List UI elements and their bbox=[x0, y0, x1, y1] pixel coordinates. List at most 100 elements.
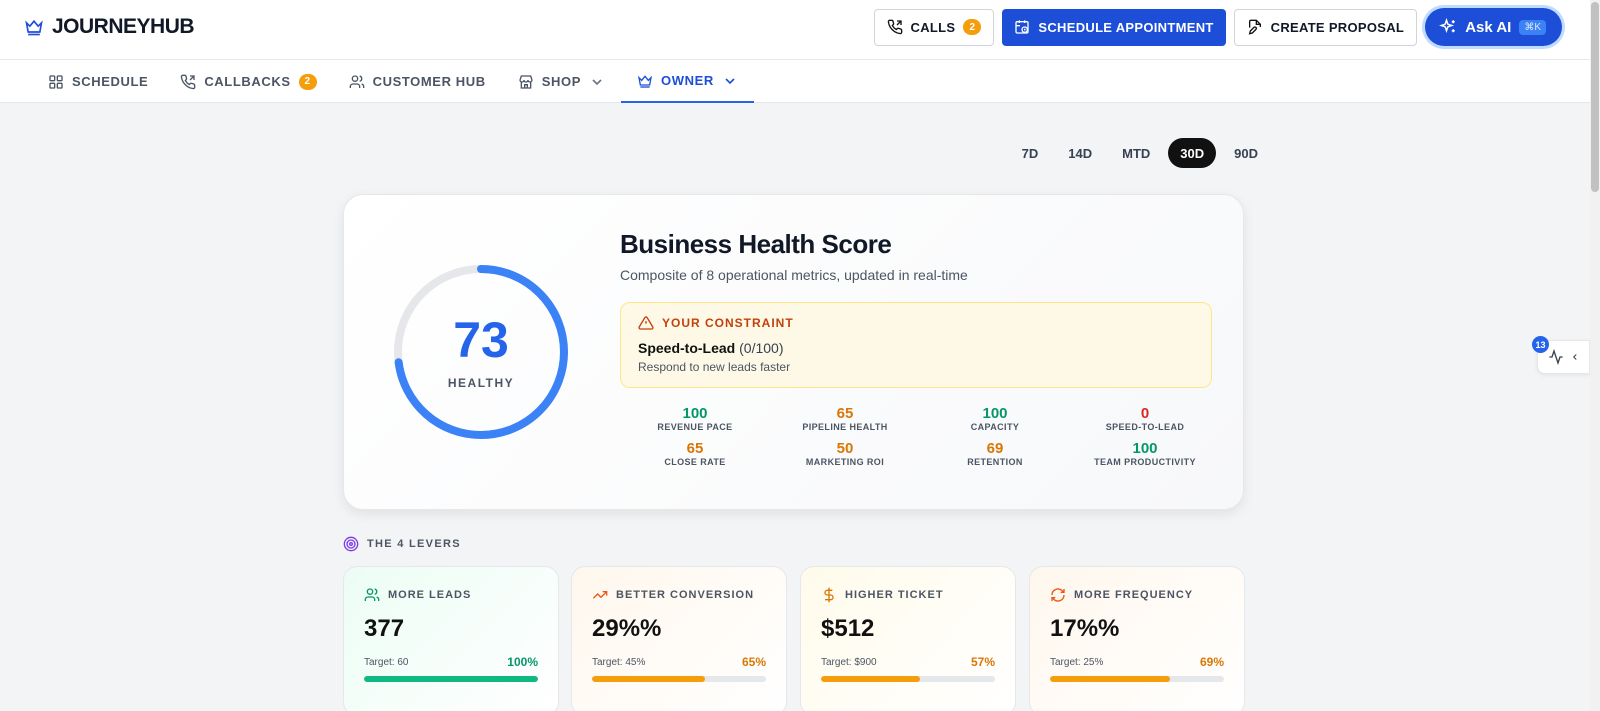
metric-speed-to-lead: 0 SPEED-TO-LEAD bbox=[1070, 405, 1220, 432]
nav-item-owner[interactable]: OWNER bbox=[621, 60, 754, 103]
lever-percent: 57% bbox=[970, 655, 995, 669]
constraint-description: Respond to new leads faster bbox=[638, 360, 791, 374]
calendar-clock-icon bbox=[1015, 20, 1030, 34]
sparkles-icon bbox=[1439, 18, 1455, 34]
chevron-down-icon bbox=[725, 77, 735, 84]
health-subtitle: Composite of 8 operational metrics, upda… bbox=[620, 267, 968, 283]
metric-label: CLOSE RATE bbox=[664, 457, 726, 467]
scrollbar-thumb[interactable] bbox=[1591, 2, 1599, 192]
metric-pipeline-health: 65 PIPELINE HEALTH bbox=[770, 405, 920, 432]
lever-target: Target: 60 bbox=[364, 656, 409, 668]
lever-value: 29%% bbox=[592, 615, 662, 642]
date-range-selector: 7D 14D MTD 30D 90D bbox=[1010, 138, 1270, 168]
phone-callback-icon bbox=[181, 74, 196, 89]
metric-value: 100 bbox=[982, 405, 1008, 422]
logo[interactable]: JOURNEYHUB bbox=[24, 15, 195, 39]
health-metrics-grid: 100 REVENUE PACE 65 PIPELINE HEALTH 100 CAP… bbox=[620, 405, 1220, 467]
ask-ai-label: Ask AI bbox=[1465, 18, 1512, 36]
range-90d[interactable]: 90D bbox=[1222, 138, 1270, 168]
levers-title: THE 4 LEVERS bbox=[367, 538, 461, 550]
calls-button[interactable]: CALLS 2 bbox=[873, 8, 995, 46]
lever-title: HIGHER TICKET bbox=[845, 589, 944, 601]
ask-ai-shortcut: ⌘K bbox=[1519, 19, 1546, 35]
schedule-appointment-button[interactable]: SCHEDULE APPOINTMENT bbox=[1002, 8, 1226, 46]
metric-marketing-roi: 50 MARKETING ROI bbox=[770, 440, 920, 467]
lever-progress-fill bbox=[592, 676, 706, 682]
metric-value: 100 bbox=[1132, 440, 1158, 457]
lever-card-more-leads[interactable]: MORE LEADS 377 Target: 60 100% bbox=[343, 566, 559, 711]
metric-close-rate: 65 CLOSE RATE bbox=[620, 440, 770, 467]
ask-ai-button[interactable]: Ask AI ⌘K bbox=[1425, 8, 1562, 46]
lever-target: Target: 45% bbox=[592, 656, 646, 668]
metric-label: TEAM PRODUCTIVITY bbox=[1094, 457, 1196, 467]
metric-value: 65 bbox=[686, 440, 704, 457]
metric-value: 100 bbox=[682, 405, 708, 422]
lever-value: 377 bbox=[364, 615, 405, 642]
range-7d[interactable]: 7D bbox=[1010, 138, 1051, 168]
page-scrollbar[interactable] bbox=[1590, 0, 1600, 711]
range-30d[interactable]: 30D bbox=[1168, 138, 1217, 168]
nav-item-schedule[interactable]: SCHEDULE bbox=[32, 60, 164, 103]
lever-percent: 100% bbox=[507, 655, 538, 669]
top-bar: JOURNEYHUB CALLS 2 SCHEDULE APPOINTMENT … bbox=[0, 0, 1590, 60]
lever-progress-fill bbox=[821, 676, 921, 682]
crown-icon bbox=[25, 19, 43, 36]
warning-icon bbox=[638, 316, 654, 330]
lever-progress-fill bbox=[1050, 676, 1171, 682]
metric-capacity: 100 CAPACITY bbox=[920, 405, 1070, 432]
metric-label: SPEED-TO-LEAD bbox=[1105, 422, 1185, 432]
lever-progress-fill bbox=[364, 676, 538, 682]
health-score: 73 bbox=[453, 312, 509, 368]
lever-percent: 69% bbox=[1199, 655, 1224, 669]
nav-item-customer-hub[interactable]: CUSTOMER HUB bbox=[333, 60, 502, 103]
lever-progress-bar bbox=[364, 676, 538, 682]
metric-value: 50 bbox=[836, 440, 854, 457]
metric-label: CAPACITY bbox=[970, 422, 1020, 432]
users-icon bbox=[349, 74, 364, 88]
lever-progress-bar bbox=[1050, 676, 1224, 682]
lever-progress-bar bbox=[592, 676, 766, 682]
range-mtd[interactable]: MTD bbox=[1110, 138, 1162, 168]
lever-value: $512 bbox=[821, 615, 875, 642]
constraint-heading: YOUR CONSTRAINT bbox=[662, 316, 794, 330]
nav-item-shop[interactable]: SHOP bbox=[502, 60, 621, 103]
lever-title: MORE LEADS bbox=[388, 589, 472, 601]
target-icon bbox=[343, 536, 359, 552]
chevron-down-icon bbox=[592, 78, 602, 85]
phone-icon bbox=[887, 19, 902, 35]
nav-owner-label: OWNER bbox=[661, 73, 714, 88]
metric-value: 69 bbox=[986, 440, 1004, 457]
activity-icon bbox=[1548, 349, 1563, 365]
constraint-score: (0/100) bbox=[739, 340, 784, 356]
lever-target: Target: 25% bbox=[1050, 656, 1104, 668]
calls-badge: 2 bbox=[963, 19, 982, 35]
store-icon bbox=[519, 74, 533, 89]
create-proposal-button[interactable]: CREATE PROPOSAL bbox=[1233, 8, 1418, 46]
metric-value: 65 bbox=[836, 405, 854, 422]
lever-percent: 65% bbox=[741, 655, 766, 669]
lever-card-higher-ticket[interactable]: HIGHER TICKET $512 Target: $900 57% bbox=[800, 566, 1016, 711]
lever-card-more-frequency[interactable]: MORE FREQUENCY 17%% Target: 25% 69% bbox=[1029, 566, 1245, 711]
nav-item-callbacks[interactable]: CALLBACKS 2 bbox=[164, 60, 332, 103]
metric-value: 0 bbox=[1140, 405, 1150, 422]
health-title: Business Health Score bbox=[620, 229, 892, 259]
crown-icon bbox=[637, 74, 653, 88]
schedule-appointment-label: SCHEDULE APPOINTMENT bbox=[1038, 19, 1214, 35]
metric-label: REVENUE PACE bbox=[657, 422, 733, 432]
activity-badge: 13 bbox=[1532, 336, 1549, 353]
lever-title: MORE FREQUENCY bbox=[1074, 589, 1194, 601]
range-14d[interactable]: 14D bbox=[1056, 138, 1104, 168]
metric-label: RETENTION bbox=[967, 457, 1023, 467]
metric-label: MARKETING ROI bbox=[805, 457, 885, 467]
business-health-card: 73 HEALTHY Business Health Score Composi… bbox=[343, 194, 1244, 510]
dollar-icon bbox=[824, 587, 834, 603]
health-gauge: 73 HEALTHY bbox=[390, 261, 572, 443]
refresh-icon bbox=[1051, 588, 1065, 602]
nav-schedule-label: SCHEDULE bbox=[72, 74, 149, 89]
app-name: JOURNEYHUB bbox=[52, 15, 195, 38]
health-status: HEALTHY bbox=[447, 376, 515, 390]
lever-card-better-conversion[interactable]: BETTER CONVERSION 29%% Target: 45% 65% bbox=[571, 566, 787, 711]
callbacks-badge: 2 bbox=[298, 73, 317, 90]
metric-team-productivity: 100 TEAM PRODUCTIVITY bbox=[1070, 440, 1220, 467]
create-proposal-label: CREATE PROPOSAL bbox=[1270, 19, 1405, 35]
